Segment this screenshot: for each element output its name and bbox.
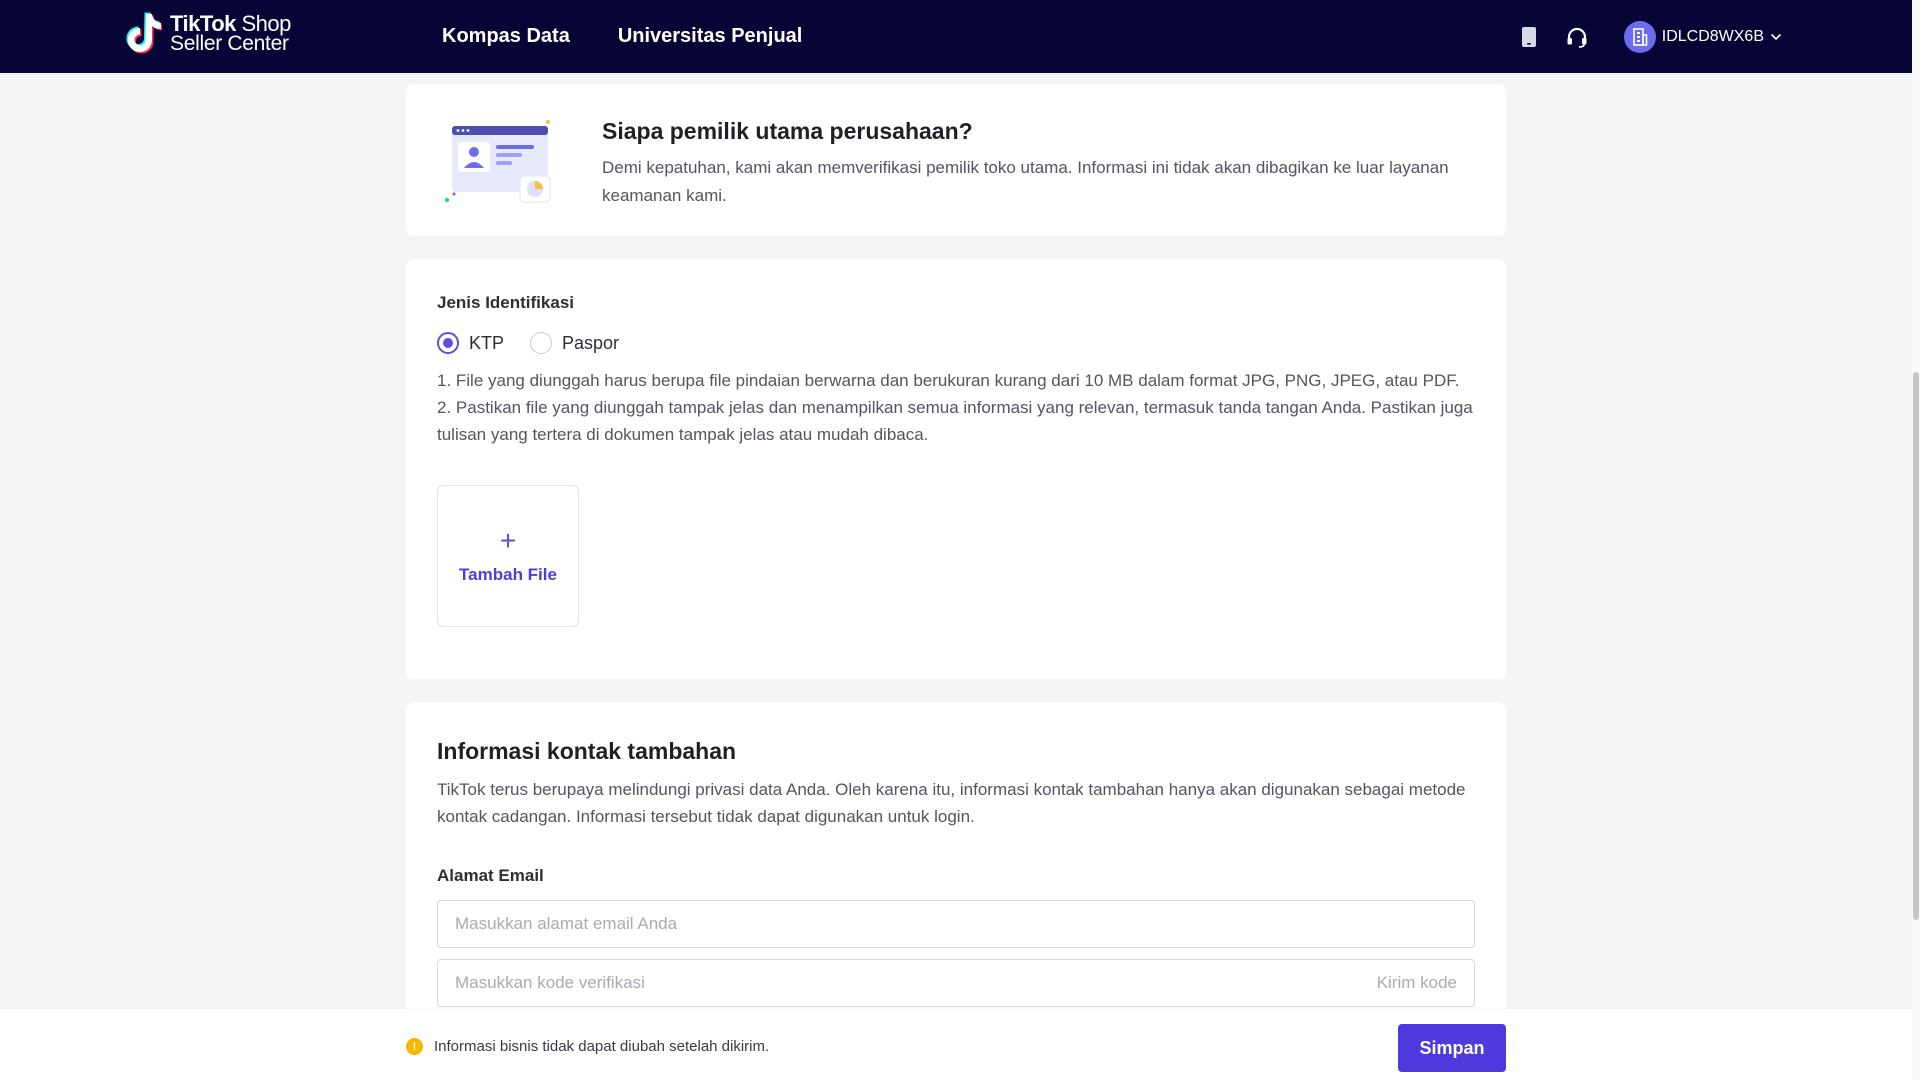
contact-section-title: Informasi kontak tambahan — [437, 738, 737, 764]
id-type-label: Jenis Identifikasi — [437, 293, 574, 312]
tiktok-shop-logo[interactable]: TikTok Shop Seller Center — [126, 12, 291, 56]
radio-paspor-indicator[interactable] — [530, 332, 553, 354]
account-id: IDLCD8WX6B — [1661, 27, 1764, 45]
verification-code-field[interactable]: Kirim kode — [437, 959, 1475, 1007]
logo-subtitle: Seller Center — [170, 32, 289, 55]
radio-ktp-indicator[interactable] — [437, 332, 459, 354]
footer-warning-text: Informasi bisnis tidak dapat diubah sete… — [434, 1038, 770, 1055]
radio-paspor-label: Paspor — [562, 332, 620, 353]
header-actions: IDLCD8WX6B — [1516, 0, 1782, 73]
mobile-phone-icon[interactable] — [1516, 24, 1542, 50]
email-label: Alamat Email — [437, 866, 544, 885]
nav-universitas-penjual[interactable]: Universitas Penjual — [618, 25, 803, 48]
contact-info-card: Informasi kontak tambahan TikTok terus b… — [406, 702, 1506, 1062]
logo-text: TikTok Shop Seller Center — [170, 13, 291, 55]
identification-card: Jenis Identifikasi KTP Paspor 1. File ya… — [406, 259, 1506, 679]
add-file-button[interactable]: + Tambah File — [437, 485, 579, 627]
owner-info-card: Siapa pemilik utama perusahaan? Demi kep… — [406, 84, 1506, 236]
top-navigation-bar: TikTok Shop Seller Center Kompas Data Un… — [0, 0, 1912, 73]
chevron-down-icon — [1770, 33, 1782, 40]
nav-kompas-data[interactable]: Kompas Data — [442, 25, 570, 48]
add-file-label: Tambah File — [459, 565, 557, 584]
account-menu[interactable]: IDLCD8WX6B — [1623, 20, 1782, 53]
upload-rule-2: 2. Pastikan file yang diunggah tampak je… — [437, 398, 1473, 444]
plus-icon: + — [499, 525, 517, 556]
headset-icon[interactable] — [1564, 24, 1590, 50]
footer-bar: ! Informasi bisnis tidak dapat diubah se… — [0, 1009, 1912, 1080]
radio-paspor[interactable]: Paspor — [530, 332, 619, 354]
radio-ktp[interactable]: KTP — [437, 332, 504, 354]
upload-rule-1: 1. File yang diunggah harus berupa file … — [437, 371, 1460, 390]
radio-ktp-label: KTP — [469, 332, 505, 353]
save-button[interactable]: Simpan — [1398, 1024, 1506, 1072]
scrollbar-thumb[interactable] — [1913, 372, 1919, 920]
owner-section-title: Siapa pemilik utama perusahaan? — [602, 118, 973, 144]
send-code-button[interactable]: Kirim kode — [1377, 973, 1457, 993]
avatar — [1623, 20, 1656, 53]
scrollbar[interactable] — [1912, 0, 1920, 1080]
upload-rules: 1. File yang diunggah harus berupa file … — [437, 367, 1477, 448]
email-input[interactable] — [455, 914, 1457, 934]
building-icon — [1632, 27, 1648, 46]
id-card-illustration — [444, 118, 554, 209]
email-field[interactable] — [437, 900, 1475, 948]
footer-warning: ! Informasi bisnis tidak dapat diubah se… — [406, 1038, 769, 1055]
verification-code-input[interactable] — [455, 973, 1377, 993]
contact-section-description: TikTok terus berupaya melindungi privasi… — [437, 780, 1466, 826]
owner-section-description: Demi kepatuhan, kami akan memverifikasi … — [602, 158, 1449, 205]
tiktok-logo-icon — [126, 12, 162, 54]
warning-icon: ! — [406, 1038, 423, 1055]
main-nav: Kompas Data Universitas Penjual — [442, 0, 802, 73]
id-type-radio-group: KTP Paspor — [437, 332, 645, 354]
